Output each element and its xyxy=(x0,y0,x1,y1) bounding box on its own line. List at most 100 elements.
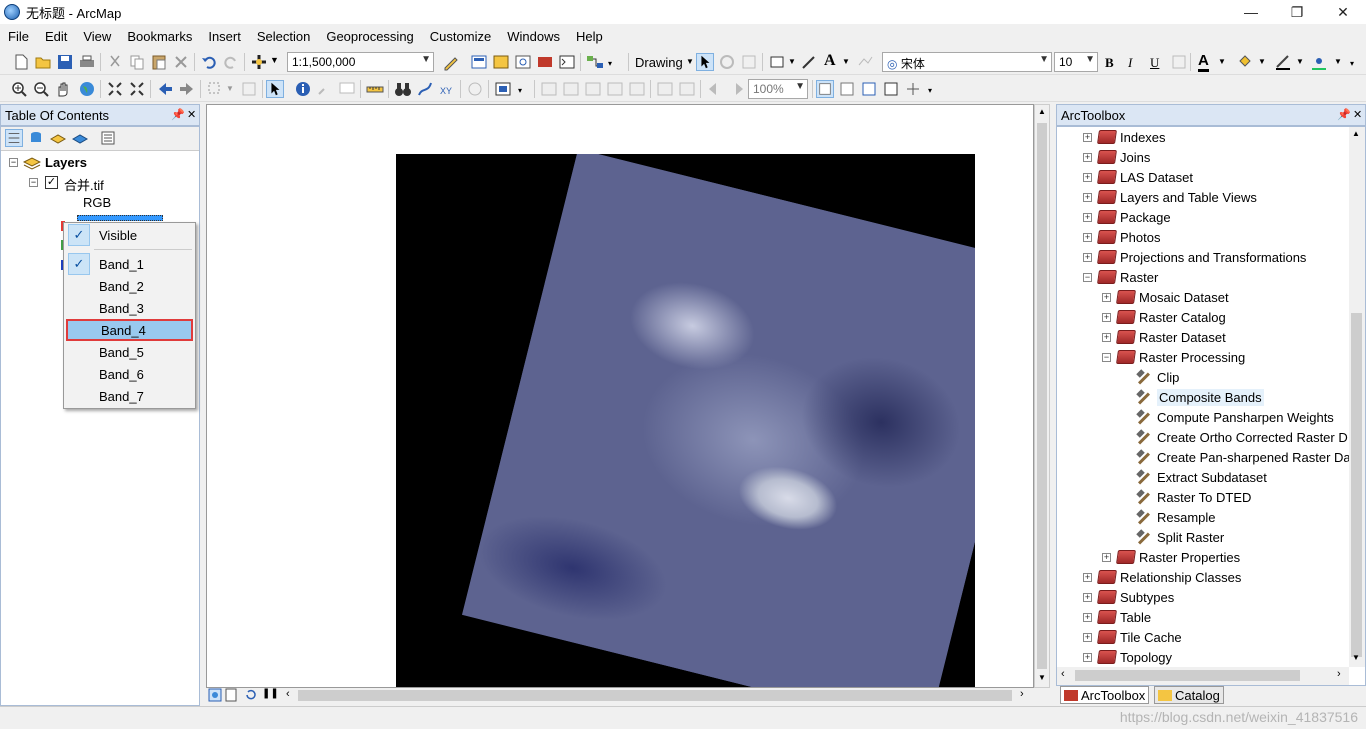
expand-toggle[interactable]: + xyxy=(1083,252,1092,262)
measure-icon[interactable] xyxy=(366,80,384,98)
list-by-selection-icon[interactable] xyxy=(71,129,89,147)
tool-composite-bands[interactable]: Composite Bands xyxy=(1135,387,1264,407)
expand-toggle[interactable]: − xyxy=(1102,352,1111,362)
fixed-zoom-out-layout-icon[interactable] xyxy=(678,80,696,98)
menu-file[interactable]: File xyxy=(0,29,37,44)
toolset-mosaic-dataset[interactable]: + Mosaic Dataset xyxy=(1102,287,1229,307)
go-forward-icon[interactable] xyxy=(178,80,196,98)
add-data-dropdown-icon[interactable]: ▼ xyxy=(270,55,279,65)
zoom-whole-page-icon[interactable] xyxy=(606,80,624,98)
tree-vertical-thumb[interactable] xyxy=(1351,313,1362,657)
data-view-icon[interactable] xyxy=(208,688,222,702)
hyperlink-icon[interactable] xyxy=(316,80,334,98)
toolbar-overflow-icon-3[interactable]: ▾ xyxy=(518,86,522,95)
menu-geoprocessing[interactable]: Geoprocessing xyxy=(318,29,421,44)
tab-arctoolbox[interactable]: ArcToolbox xyxy=(1060,686,1150,704)
tool-create-pan-sharpened-raster-da[interactable]: Create Pan-sharpened Raster Da xyxy=(1135,447,1351,467)
map-horizontal-scrollbar[interactable]: ❚❚ ‹ › xyxy=(206,688,1034,704)
go-to-xy-icon[interactable]: XY xyxy=(438,80,456,98)
expand-toggle[interactable]: + xyxy=(1102,312,1111,322)
map-scale-combo[interactable]: 1:1,500,000 ▼ xyxy=(287,52,434,72)
list-by-source-icon[interactable] xyxy=(27,129,45,147)
menu-item-band-5[interactable]: Band_5 xyxy=(66,341,193,363)
list-by-drawing-order-icon[interactable] xyxy=(5,129,23,147)
scroll-left-arrow-icon[interactable]: ‹ xyxy=(286,688,290,700)
expand-toggle[interactable]: + xyxy=(1083,592,1092,602)
pause-drawing-icon[interactable]: ❚❚ xyxy=(262,688,279,699)
open-folder-icon[interactable] xyxy=(34,53,52,71)
tree-horizontal-thumb[interactable] xyxy=(1075,670,1300,681)
tool-create-ortho-corrected-raster-d[interactable]: Create Ortho Corrected Raster D xyxy=(1135,427,1348,447)
toolset-relationship-classes[interactable]: + Relationship Classes xyxy=(1083,567,1241,587)
drawing-menu[interactable]: Drawing xyxy=(635,55,683,70)
toolset-raster-dataset[interactable]: + Raster Dataset xyxy=(1102,327,1226,347)
font-name-combo[interactable]: ◎ 宋体 ▼ xyxy=(882,52,1052,72)
toolset-projections-and-transformations[interactable]: + Projections and Transformations xyxy=(1083,247,1306,267)
menu-item-band-6[interactable]: Band_6 xyxy=(66,363,193,385)
expand-toggle[interactable]: + xyxy=(1083,192,1092,202)
expand-toggle[interactable]: + xyxy=(1102,292,1111,302)
focus-data-frame-icon[interactable] xyxy=(838,80,856,98)
tool-clip[interactable]: Clip xyxy=(1135,367,1179,387)
rectangle-icon[interactable] xyxy=(768,53,786,71)
menu-insert[interactable]: Insert xyxy=(200,29,249,44)
toolset-layers-and-table-views[interactable]: + Layers and Table Views xyxy=(1083,187,1257,207)
line-color-icon[interactable] xyxy=(1274,53,1292,71)
layout-back-extent-icon[interactable] xyxy=(706,80,724,98)
rotate-icon[interactable] xyxy=(718,53,736,71)
arctoolbox-window-icon[interactable] xyxy=(536,53,554,71)
tool-split-raster[interactable]: Split Raster xyxy=(1135,527,1224,547)
menu-windows[interactable]: Windows xyxy=(499,29,568,44)
pan-hand-icon[interactable] xyxy=(54,80,72,98)
layout-ruler-icon[interactable] xyxy=(904,80,922,98)
layers-label[interactable]: Layers xyxy=(45,155,87,170)
toolset-table[interactable]: + Table xyxy=(1083,607,1151,627)
layers-collapse-toggle[interactable]: − xyxy=(9,158,18,167)
expand-toggle[interactable]: + xyxy=(1083,152,1092,162)
fill-color-dropdown-icon[interactable]: ▼ xyxy=(1258,57,1266,66)
expand-toggle[interactable]: + xyxy=(1083,232,1092,242)
menu-item-band-1[interactable]: ✓ Band_1 xyxy=(66,253,193,275)
clear-selection-icon[interactable] xyxy=(240,80,258,98)
print-icon[interactable] xyxy=(78,53,96,71)
toolbar-overflow-icon-4[interactable]: ▾ xyxy=(928,86,932,95)
toolset-topology[interactable]: + Topology xyxy=(1083,647,1172,667)
scroll-down-arrow-icon[interactable]: ▼ xyxy=(1038,673,1046,682)
line-color-dropdown-icon[interactable]: ▼ xyxy=(1296,57,1304,66)
python-window-icon[interactable] xyxy=(558,53,576,71)
model-builder-icon[interactable] xyxy=(586,53,604,71)
underline-button[interactable]: U xyxy=(1150,55,1159,71)
menu-customize[interactable]: Customize xyxy=(422,29,499,44)
menu-selection[interactable]: Selection xyxy=(249,29,318,44)
layout-forward-extent-icon[interactable] xyxy=(728,80,746,98)
tool-raster-to-dted[interactable]: Raster To DTED xyxy=(1135,487,1251,507)
tree-scroll-left-icon[interactable]: ‹ xyxy=(1061,668,1065,680)
toolset-package[interactable]: + Package xyxy=(1083,207,1171,227)
menu-edit[interactable]: Edit xyxy=(37,29,75,44)
expand-toggle[interactable]: + xyxy=(1083,572,1092,582)
search-window-icon[interactable] xyxy=(514,53,532,71)
toolset-indexes[interactable]: + Indexes xyxy=(1083,127,1166,147)
html-popup-icon[interactable] xyxy=(338,80,356,98)
font-color-dropdown-icon[interactable]: ▼ xyxy=(1218,57,1226,66)
catalog-window-icon[interactable] xyxy=(492,53,510,71)
rectangle-dropdown-icon[interactable]: ▼ xyxy=(788,57,796,66)
tool-extract-subdataset[interactable]: Extract Subdataset xyxy=(1135,467,1267,487)
toolbar-overflow-icon-2[interactable]: ▾ xyxy=(1350,59,1354,68)
close-button[interactable]: ✕ xyxy=(1320,0,1366,24)
menu-item-band-4[interactable]: Band_4 xyxy=(66,319,193,341)
identify-icon[interactable] xyxy=(294,80,312,98)
menu-item-band-7[interactable]: Band_7 xyxy=(66,385,193,407)
toolset-raster[interactable]: − Raster xyxy=(1083,267,1158,287)
toggle-draft-mode-icon[interactable] xyxy=(816,80,834,98)
zoom-in-icon[interactable] xyxy=(10,80,28,98)
layout-pan-icon[interactable] xyxy=(584,80,602,98)
horizontal-scroll-thumb[interactable] xyxy=(298,690,1012,701)
editor-icon[interactable] xyxy=(442,53,460,71)
cut-icon[interactable] xyxy=(106,53,124,71)
menu-view[interactable]: View xyxy=(75,29,119,44)
delete-icon[interactable] xyxy=(172,53,190,71)
toolset-raster-processing[interactable]: − Raster Processing xyxy=(1102,347,1245,367)
find-route-icon[interactable] xyxy=(416,80,434,98)
bold-button[interactable]: B xyxy=(1105,55,1114,71)
